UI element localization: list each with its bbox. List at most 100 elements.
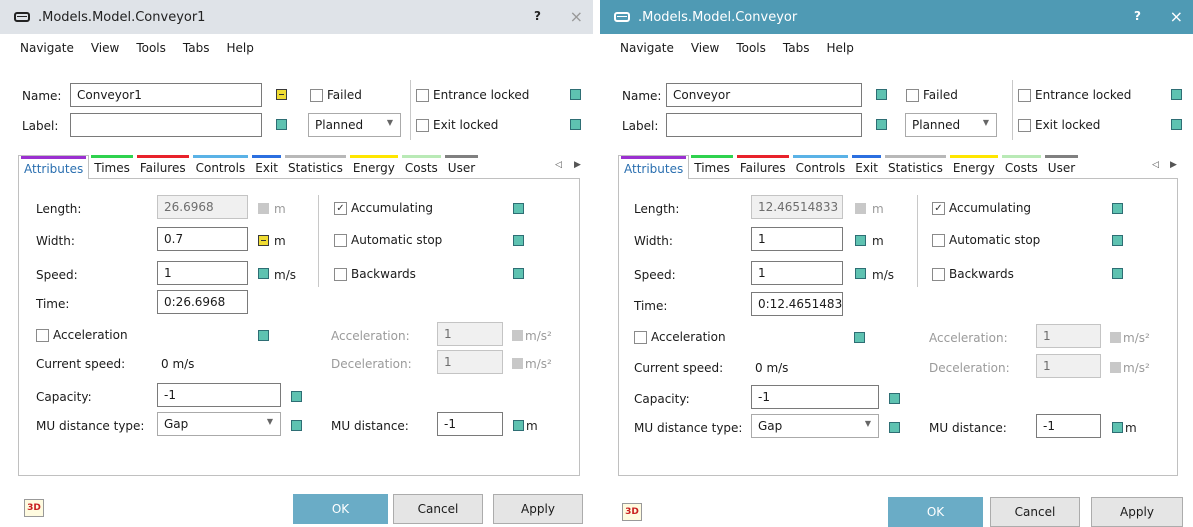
mu-type-inherit-toggle[interactable]	[889, 422, 900, 433]
tab-scroll-right-icon[interactable]: ▶	[574, 160, 581, 170]
backwards-inherit-toggle[interactable]	[1112, 268, 1123, 279]
width-inherit-toggle[interactable]	[855, 235, 866, 246]
exit-locked-checkbox[interactable]: Exit locked	[1018, 118, 1100, 132]
capacity-field[interactable]: -1	[751, 385, 879, 409]
acceleration-inherit-toggle[interactable]	[258, 330, 269, 341]
close-button[interactable]: ×	[1170, 7, 1183, 26]
tab-exit[interactable]: Exit	[250, 155, 283, 179]
inherit-name-toggle[interactable]	[276, 89, 287, 100]
ok-button[interactable]: OK	[293, 494, 388, 524]
automatic-stop-inherit-toggle[interactable]	[513, 235, 524, 246]
close-button[interactable]: ×	[570, 7, 583, 26]
cancel-button[interactable]: Cancel	[393, 494, 483, 524]
tab-scroll-right-icon[interactable]: ▶	[1170, 160, 1177, 170]
title-bar[interactable]: .Models.Model.Conveyor1 ? ×	[0, 0, 593, 34]
inherit-entrance-toggle[interactable]	[1171, 89, 1182, 100]
apply-button[interactable]: Apply	[1091, 497, 1183, 527]
tab-costs[interactable]: Costs	[1000, 155, 1043, 179]
width-field[interactable]: 1	[751, 227, 843, 251]
cancel-button[interactable]: Cancel	[990, 497, 1080, 527]
capacity-field[interactable]: -1	[157, 383, 281, 407]
menu-tools[interactable]: Tools	[136, 41, 166, 55]
automatic-stop-inherit-toggle[interactable]	[1112, 235, 1123, 246]
acceleration-inherit-toggle[interactable]	[854, 332, 865, 343]
accumulating-checkbox[interactable]: ✓ Accumulating	[334, 201, 433, 215]
mu-distance-type-select[interactable]: Gap ▼	[751, 414, 879, 438]
tab-statistics[interactable]: Statistics	[283, 155, 348, 179]
backwards-inherit-toggle[interactable]	[513, 268, 524, 279]
3d-button[interactable]: 3D	[622, 503, 642, 521]
accumulating-inherit-toggle[interactable]	[1112, 203, 1123, 214]
menu-view[interactable]: View	[691, 41, 719, 55]
tab-failures[interactable]: Failures	[735, 155, 791, 179]
inherit-exit-toggle[interactable]	[1171, 119, 1182, 130]
time-field[interactable]: 0:12.4651483	[751, 292, 843, 316]
help-button[interactable]: ?	[534, 9, 541, 23]
capacity-inherit-toggle[interactable]	[889, 393, 900, 404]
backwards-checkbox[interactable]: Backwards	[334, 267, 416, 281]
exit-locked-checkbox[interactable]: Exit locked	[416, 118, 498, 132]
label-field[interactable]	[666, 113, 862, 137]
tab-attributes[interactable]: Attributes	[18, 155, 90, 179]
menu-tabs[interactable]: Tabs	[183, 41, 210, 55]
tab-energy[interactable]: Energy	[948, 155, 1000, 179]
entrance-locked-checkbox[interactable]: Entrance locked	[416, 88, 529, 102]
menu-tabs[interactable]: Tabs	[783, 41, 810, 55]
label-field[interactable]	[70, 113, 262, 137]
mu-distance-inherit-toggle[interactable]	[513, 420, 524, 431]
planned-select[interactable]: Planned ▼	[905, 113, 997, 137]
mu-distance-field[interactable]: -1	[1036, 414, 1101, 438]
menu-tools[interactable]: Tools	[736, 41, 766, 55]
automatic-stop-checkbox[interactable]: Automatic stop	[932, 233, 1040, 247]
inherit-entrance-toggle[interactable]	[570, 89, 581, 100]
speed-field[interactable]: 1	[751, 261, 843, 285]
mu-distance-inherit-toggle[interactable]	[1112, 422, 1123, 433]
entrance-locked-checkbox[interactable]: Entrance locked	[1018, 88, 1131, 102]
accumulating-checkbox[interactable]: ✓ Accumulating	[932, 201, 1031, 215]
inherit-label-toggle[interactable]	[276, 119, 287, 130]
automatic-stop-checkbox[interactable]: Automatic stop	[334, 233, 442, 247]
failed-checkbox[interactable]: Failed	[906, 88, 958, 102]
width-inherit-toggle[interactable]	[258, 235, 269, 246]
time-field[interactable]: 0:26.6968	[157, 290, 248, 314]
width-field[interactable]: 0.7	[157, 227, 248, 251]
3d-button[interactable]: 3D	[24, 499, 44, 517]
inherit-label-toggle[interactable]	[876, 119, 887, 130]
speed-inherit-toggle[interactable]	[258, 268, 269, 279]
mu-distance-field[interactable]: -1	[437, 412, 503, 436]
name-field[interactable]: Conveyor	[666, 83, 862, 107]
tab-scroll-left-icon[interactable]: ◁	[555, 160, 562, 170]
tab-statistics[interactable]: Statistics	[883, 155, 948, 179]
title-bar[interactable]: .Models.Model.Conveyor ? ×	[600, 0, 1193, 34]
menu-help[interactable]: Help	[826, 41, 853, 55]
tab-attributes[interactable]: Attributes	[618, 155, 690, 179]
tab-controls[interactable]: Controls	[791, 155, 851, 179]
menu-help[interactable]: Help	[226, 41, 253, 55]
ok-button[interactable]: OK	[888, 497, 983, 527]
inherit-name-toggle[interactable]	[876, 89, 887, 100]
planned-select[interactable]: Planned ▼	[308, 113, 401, 137]
acceleration-checkbox[interactable]: Acceleration	[36, 328, 128, 342]
menu-view[interactable]: View	[91, 41, 119, 55]
tab-times[interactable]: Times	[89, 155, 135, 179]
acceleration-checkbox[interactable]: Acceleration	[634, 330, 726, 344]
help-button[interactable]: ?	[1134, 9, 1141, 23]
capacity-inherit-toggle[interactable]	[291, 391, 302, 402]
tab-energy[interactable]: Energy	[348, 155, 400, 179]
tab-scroll-left-icon[interactable]: ◁	[1152, 160, 1159, 170]
failed-checkbox[interactable]: Failed	[310, 88, 362, 102]
speed-field[interactable]: 1	[157, 261, 248, 285]
mu-type-inherit-toggle[interactable]	[291, 420, 302, 431]
tab-user[interactable]: User	[1043, 155, 1080, 179]
menu-navigate[interactable]: Navigate	[20, 41, 74, 55]
inherit-exit-toggle[interactable]	[570, 119, 581, 130]
apply-button[interactable]: Apply	[493, 494, 583, 524]
menu-navigate[interactable]: Navigate	[620, 41, 674, 55]
accumulating-inherit-toggle[interactable]	[513, 203, 524, 214]
speed-inherit-toggle[interactable]	[855, 268, 866, 279]
tab-user[interactable]: User	[443, 155, 480, 179]
tab-times[interactable]: Times	[689, 155, 735, 179]
tab-failures[interactable]: Failures	[135, 155, 191, 179]
tab-exit[interactable]: Exit	[850, 155, 883, 179]
mu-distance-type-select[interactable]: Gap ▼	[157, 412, 281, 436]
